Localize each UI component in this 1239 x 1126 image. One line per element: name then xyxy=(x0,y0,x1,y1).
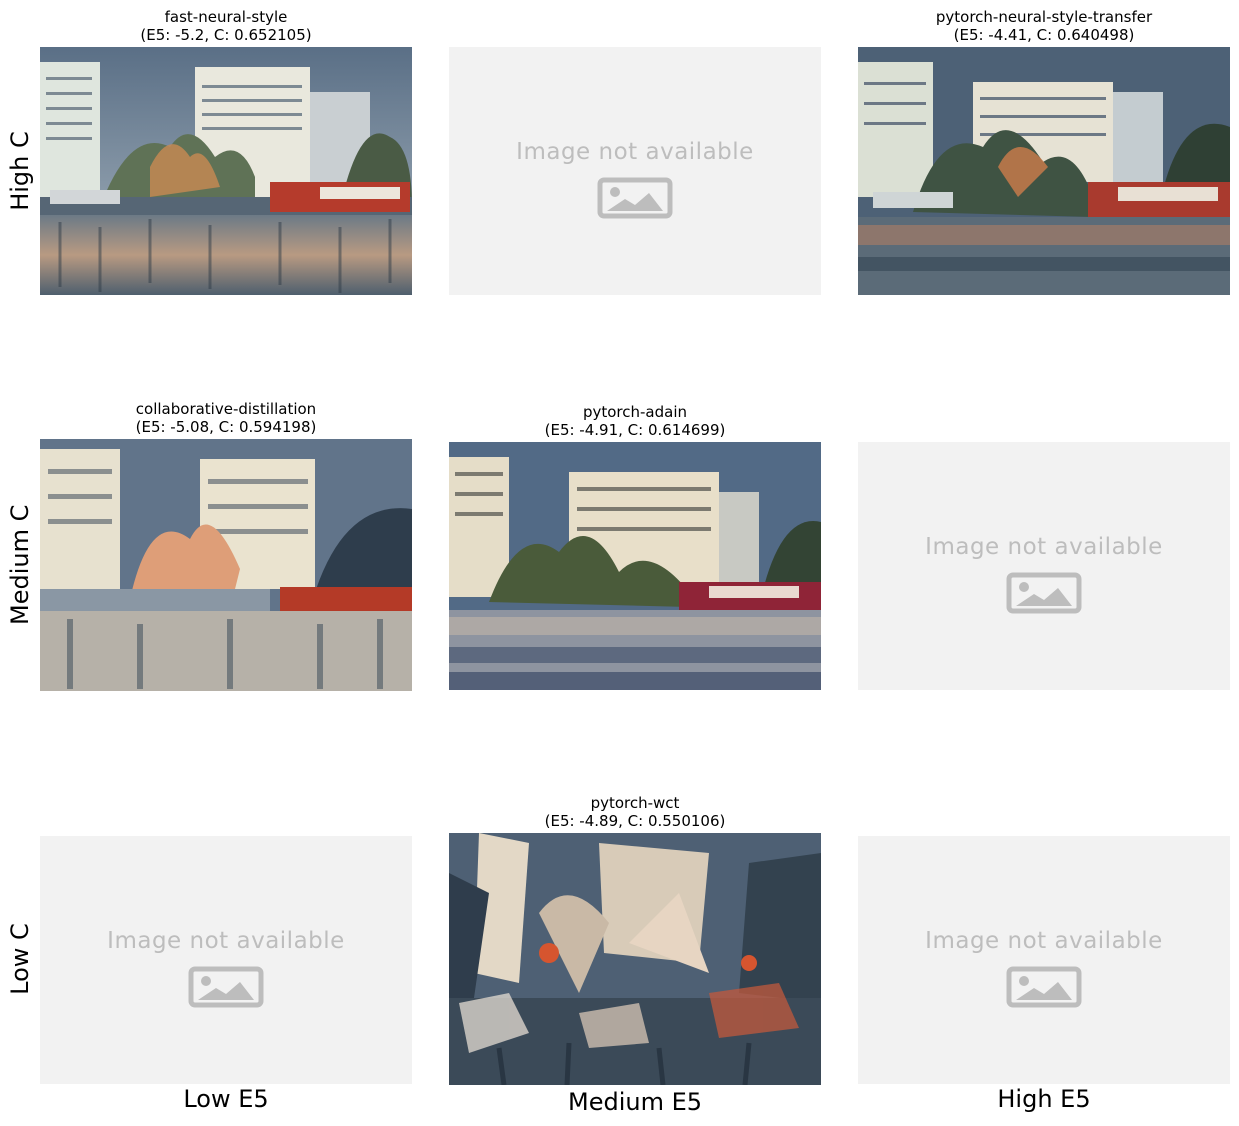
stylized-image-fast-neural-style xyxy=(40,47,412,295)
col-label-low-e5: Low E5 xyxy=(183,1085,269,1113)
placeholder-text: Image not available xyxy=(107,928,345,954)
method-name: fast-neural-style xyxy=(164,8,288,26)
image-placeholder-icon xyxy=(1006,572,1082,618)
image-not-available-placeholder: Image not available xyxy=(449,47,821,295)
cell-title-fast-neural-style: fast-neural-style (E5: -5.2, C: 0.652105… xyxy=(40,8,412,44)
image-not-available-placeholder: Image not available xyxy=(858,442,1230,690)
row-label-high-c: High C xyxy=(6,131,34,211)
placeholder-text: Image not available xyxy=(516,139,754,165)
stylized-image-pytorch-adain xyxy=(449,442,821,690)
row-label-medium-c: Medium C xyxy=(6,504,34,625)
image-placeholder-icon xyxy=(597,177,673,223)
image-placeholder-icon xyxy=(188,966,264,1012)
metrics-text: (E5: -4.89, C: 0.550106) xyxy=(544,812,726,830)
metrics-text: (E5: -4.41, C: 0.640498) xyxy=(953,26,1135,44)
method-name: collaborative-distillation xyxy=(135,400,317,418)
cell-title-pytorch-neural-style-transfer: pytorch-neural-style-transfer (E5: -4.41… xyxy=(858,8,1230,44)
image-not-available-placeholder: Image not available xyxy=(858,836,1230,1084)
placeholder-text: Image not available xyxy=(925,928,1163,954)
col-label-high-e5: High E5 xyxy=(997,1085,1091,1113)
cell-title-pytorch-adain: pytorch-adain (E5: -4.91, C: 0.614699) xyxy=(449,403,821,439)
cell-title-pytorch-wct: pytorch-wct (E5: -4.89, C: 0.550106) xyxy=(449,794,821,830)
col-label-medium-e5: Medium E5 xyxy=(567,1088,703,1116)
stylized-image-collaborative-distillation xyxy=(40,439,412,691)
method-name: pytorch-adain xyxy=(582,403,688,421)
metrics-text: (E5: -4.91, C: 0.614699) xyxy=(544,421,726,439)
stylized-image-pytorch-neural-style-transfer xyxy=(858,47,1230,295)
cell-title-collaborative-distillation: collaborative-distillation (E5: -5.08, C… xyxy=(40,400,412,436)
placeholder-text: Image not available xyxy=(925,534,1163,560)
image-placeholder-icon xyxy=(1006,966,1082,1012)
method-name: pytorch-wct xyxy=(590,794,680,812)
row-label-low-c: Low C xyxy=(6,923,34,995)
metrics-text: (E5: -5.08, C: 0.594198) xyxy=(135,418,317,436)
stylized-image-pytorch-wct xyxy=(449,833,821,1085)
method-name: pytorch-neural-style-transfer xyxy=(935,8,1153,26)
image-not-available-placeholder: Image not available xyxy=(40,836,412,1084)
metrics-text: (E5: -5.2, C: 0.652105) xyxy=(140,26,312,44)
